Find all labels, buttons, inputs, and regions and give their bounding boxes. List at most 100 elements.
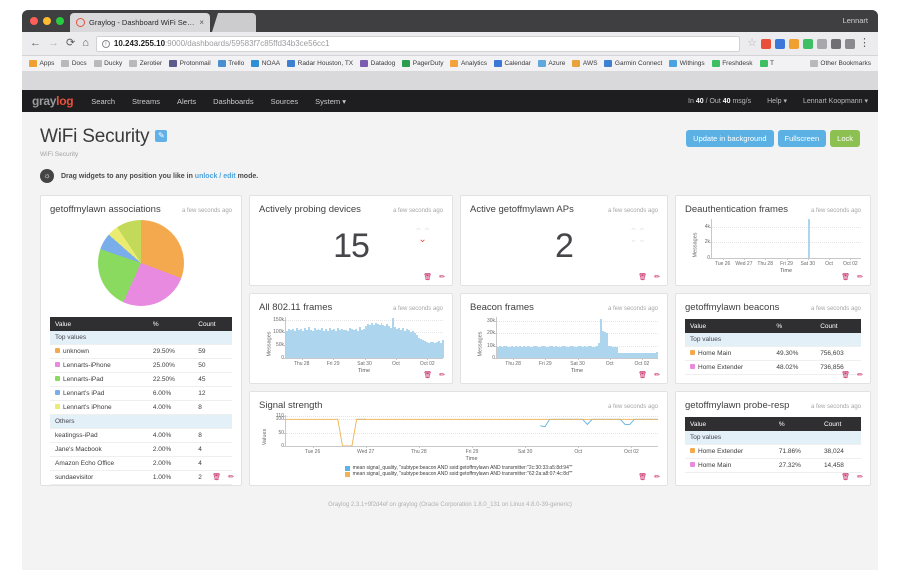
widget-actions[interactable]: 🗑 ✏ — [423, 372, 445, 379]
widget-actions[interactable]: 🗑 ✏ — [841, 372, 863, 379]
table-row[interactable]: Lennart's iPhone 4.00% 8 — [50, 400, 232, 415]
table-row[interactable]: Lennart's iPad 6.00% 12 — [50, 386, 232, 401]
extension-icon-3[interactable] — [789, 38, 799, 49]
widget-actions[interactable]: 🗑 ✏ — [638, 274, 660, 281]
edit-widget-icon[interactable]: ✏ — [857, 474, 863, 481]
nav-item-user-menu[interactable]: Lennart Koopmann ▾ — [803, 97, 868, 105]
table-row[interactable]: Home Main 49.30% 756,603 — [685, 346, 861, 361]
delete-widget-icon[interactable]: 🗑 — [212, 474, 221, 481]
widget-all-802-11-frames[interactable]: All 802.11 frames a few seconds ago Mess… — [249, 293, 453, 384]
edit-widget-icon[interactable]: ✏ — [439, 372, 445, 379]
delete-widget-icon[interactable]: 🗑 — [423, 372, 432, 379]
delete-widget-icon[interactable]: 🗑 — [638, 274, 647, 281]
widget-actions[interactable]: 🗑 ✏ — [638, 474, 660, 481]
table-row[interactable]: Lennarts-iPad 22.50% 45 — [50, 372, 232, 387]
extension-icon-5[interactable] — [817, 38, 827, 49]
site-info-icon[interactable]: i — [101, 39, 110, 48]
bookmark-item[interactable]: Docs — [61, 60, 87, 67]
browser-tab-active[interactable]: Graylog - Dashboard WiFi Sec… × — [70, 13, 210, 32]
bookmark-item[interactable]: Trello — [217, 60, 244, 67]
nav-item-dashboards[interactable]: Dashboards — [213, 97, 253, 106]
widget-getoffmylawn-beacons[interactable]: getoffmylawn beacons a few seconds ago V… — [675, 293, 871, 384]
edit-widget-icon[interactable]: ✏ — [228, 474, 234, 481]
widget-actions[interactable]: 🗑 ✏ — [841, 274, 863, 281]
table-row[interactable]: Home Extender 48.02% 736,856 — [685, 360, 861, 375]
bookmark-item[interactable]: Protonmail — [169, 60, 211, 67]
delete-widget-icon[interactable]: 🗑 — [423, 274, 432, 281]
widget-getoffmylawn-associations[interactable]: getoffmylawn associations a few seconds … — [40, 195, 242, 486]
edit-title-icon[interactable]: ✎ — [155, 130, 168, 142]
bookmark-item[interactable]: Azure — [537, 60, 565, 67]
reload-icon[interactable]: ⟳ — [66, 38, 75, 49]
bookmark-item[interactable]: T — [759, 60, 774, 67]
update-in-background-button[interactable]: Update in background — [686, 130, 774, 147]
bookmark-item[interactable]: Freshdesk — [711, 60, 753, 67]
nav-item-system[interactable]: System ▾ — [315, 97, 346, 106]
widget-beacon-frames[interactable]: Beacon frames a few seconds ago Messages… — [460, 293, 668, 384]
delete-widget-icon[interactable]: 🗑 — [638, 474, 647, 481]
edit-widget-icon[interactable]: ✏ — [654, 274, 660, 281]
edit-widget-icon[interactable]: ✏ — [857, 372, 863, 379]
graylog-logo[interactable]: graylog — [32, 94, 74, 108]
browser-menu-icon[interactable]: ⋮ — [859, 38, 870, 49]
bookmark-item[interactable]: Apps — [29, 60, 54, 67]
table-row[interactable]: Home Main 27.32% 14,458 — [685, 458, 861, 473]
bookmark-item[interactable]: Calendar — [493, 60, 531, 67]
bookmark-item[interactable]: NOAA — [251, 60, 280, 67]
nav-item-streams[interactable]: Streams — [132, 97, 160, 106]
widget-actively-probing-devices[interactable]: Actively probing devices a few seconds a… — [249, 195, 453, 286]
bookmark-item[interactable]: Datadog — [360, 60, 395, 67]
table-row[interactable]: sundaevisitor 1.00% 2 — [50, 470, 232, 485]
widget-actions[interactable]: 🗑 ✏ — [423, 274, 445, 281]
bookmark-item[interactable]: Radar Houston, TX — [287, 60, 353, 67]
bookmark-item[interactable]: Analytics — [450, 60, 487, 67]
bookmark-item[interactable]: Garmin Connect — [604, 60, 662, 67]
widget-actions[interactable]: 🗑 ✏ — [638, 372, 660, 379]
table-row[interactable]: Lennarts-iPhone 25.00% 50 — [50, 358, 232, 373]
bookmark-item[interactable]: Zerotier — [129, 60, 162, 67]
browser-tab-inactive[interactable] — [212, 13, 256, 32]
bookmark-item[interactable]: AWS — [572, 60, 597, 67]
table-row[interactable]: keatingss-iPad 4.00% 8 — [50, 428, 232, 443]
forward-icon[interactable]: → — [48, 38, 59, 49]
extension-icon-6[interactable] — [831, 38, 841, 49]
extension-icon-4[interactable] — [803, 38, 813, 49]
widget-active-getoffmylawn-aps[interactable]: Active getoffmylawn APs a few seconds ag… — [460, 195, 668, 286]
lock-button[interactable]: Lock — [830, 130, 860, 147]
widget-deauthentication-frames[interactable]: Deauthentication frames a few seconds ag… — [675, 195, 871, 286]
table-row[interactable]: Jane's Macbook 2.00% 4 — [50, 442, 232, 457]
widget-actions[interactable]: 🗑 ✏ — [841, 474, 863, 481]
delete-widget-icon[interactable]: 🗑 — [841, 274, 850, 281]
maximize-window-button[interactable] — [56, 17, 64, 25]
close-window-button[interactable] — [30, 17, 38, 25]
edit-widget-icon[interactable]: ✏ — [654, 474, 660, 481]
legend-item[interactable]: mean signal_quality, "subtype:beacon AND… — [259, 471, 658, 477]
nav-item-search[interactable]: Search — [91, 97, 115, 106]
bookmark-star-icon[interactable]: ☆ — [747, 38, 757, 49]
close-tab-icon[interactable]: × — [199, 18, 204, 27]
address-bar[interactable]: i 10.243.255.10:9000/dashboards/59583f7c… — [95, 35, 741, 52]
nav-item-alerts[interactable]: Alerts — [177, 97, 196, 106]
nav-item-sources[interactable]: Sources — [271, 97, 299, 106]
extension-icon-7[interactable] — [845, 38, 855, 49]
widget-actions[interactable]: 🗑 ✏ — [212, 474, 234, 481]
widget-getoffmylawn-probe-resp[interactable]: getoffmylawn probe-resp a few seconds ag… — [675, 391, 871, 486]
delete-widget-icon[interactable]: 🗑 — [638, 372, 647, 379]
back-icon[interactable]: ← — [30, 38, 41, 49]
extension-icon-1[interactable] — [761, 38, 771, 49]
fullscreen-button[interactable]: Fullscreen — [777, 130, 827, 147]
edit-widget-icon[interactable]: ✏ — [857, 274, 863, 281]
table-row[interactable]: Amazon Echo Office 2.00% 4 — [50, 456, 232, 471]
delete-widget-icon[interactable]: 🗑 — [841, 372, 850, 379]
extension-icon-2[interactable] — [775, 38, 785, 49]
edit-widget-icon[interactable]: ✏ — [439, 274, 445, 281]
delete-widget-icon[interactable]: 🗑 — [841, 474, 850, 481]
widget-signal-strength[interactable]: Signal strength a few seconds ago Values… — [249, 391, 668, 486]
table-row[interactable]: Home Extender 71.86% 38,024 — [685, 444, 861, 459]
home-icon[interactable]: ⌂ — [82, 38, 89, 49]
bookmark-item[interactable]: PagerDuty — [402, 60, 443, 67]
other-bookmarks-folder[interactable]: Other Bookmarks — [809, 60, 871, 67]
unlock-edit-link[interactable]: unlock / edit — [195, 173, 236, 180]
bookmark-item[interactable]: Withings — [669, 60, 705, 67]
window-controls[interactable] — [30, 17, 64, 25]
